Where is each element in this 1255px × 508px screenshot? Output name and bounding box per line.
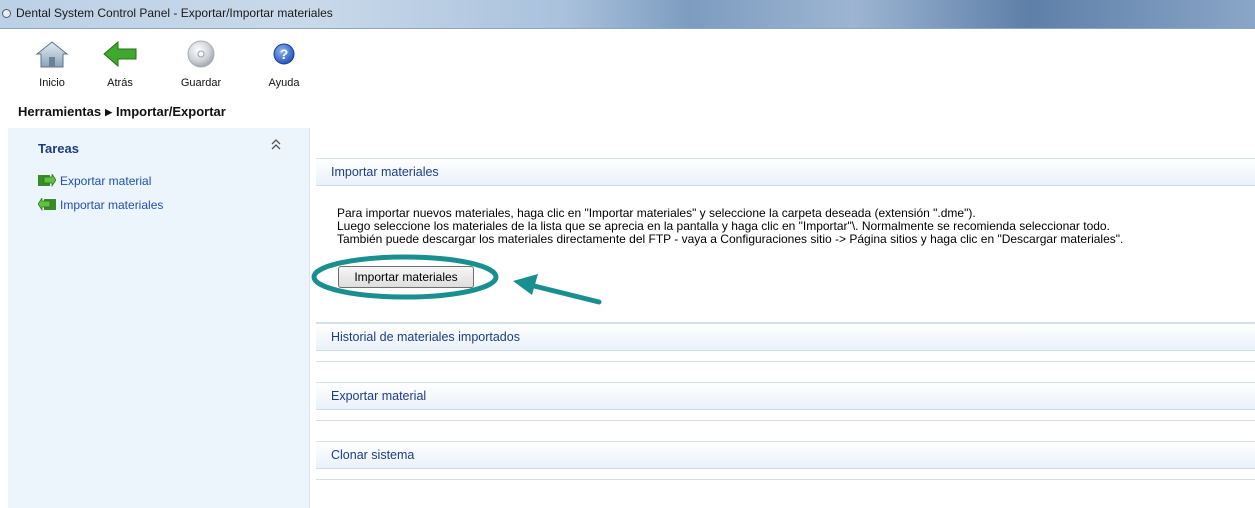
section-header-clone[interactable]: Clonar sistema [316,441,1255,469]
breadcrumb-separator-icon: ▶ [105,107,113,117]
tasks-title: Tareas [38,141,79,156]
sidebar-item-export-label: Exportar material [60,174,152,188]
home-label: Inicio [39,77,65,89]
section-body-export [316,409,1255,421]
sidebar-item-import-label: Importar materiales [60,198,164,212]
section-header-history[interactable]: Historial de materiales importados [316,323,1255,351]
svg-text:?: ? [280,46,289,62]
section-title-export: Exportar material [331,389,427,403]
sidebar-item-import[interactable]: Importar materiales [37,197,164,214]
section-header-export[interactable]: Exportar material [316,382,1255,410]
breadcrumb-current: Importar/Exportar [116,104,226,119]
section-title-import: Importar materiales [331,165,439,179]
breadcrumb: Herramientas ▶ Importar/Exportar [18,104,226,119]
help-icon: ? [273,43,295,65]
sidebar-item-export[interactable]: Exportar material [38,173,152,190]
home-icon [35,41,69,68]
section-body-clone [316,468,1255,480]
help-label: Ayuda [268,77,300,89]
import-icon [37,197,56,212]
import-description: Para importar nuevos materiales, haga cl… [337,207,1247,246]
back-button[interactable]: Atrás [94,35,146,95]
collapse-chevron-icon[interactable] [270,138,282,152]
disc-icon [187,40,215,68]
save-label: Guardar [180,77,222,89]
section-title-clone: Clonar sistema [331,448,415,462]
window-title-bar: Dental System Control Panel - Exportar/I… [0,0,1255,29]
export-icon [38,173,57,188]
back-arrow-icon [103,40,137,68]
home-button[interactable]: Inicio [26,35,78,95]
section-body-history [316,350,1255,362]
import-materials-button[interactable]: Importar materiales [338,266,474,288]
section-title-history: Historial de materiales importados [331,330,520,344]
save-button[interactable]: Guardar [175,35,227,95]
tasks-panel: Tareas Exportar material Importar materi… [8,128,310,508]
app-icon [2,9,11,18]
breadcrumb-parent[interactable]: Herramientas [18,104,101,119]
back-label: Atrás [107,77,133,89]
help-button[interactable]: ? Ayuda [258,35,310,95]
section-header-import[interactable]: Importar materiales [316,158,1255,186]
import-description-line-3: También puede descargar los materiales d… [337,232,1124,246]
window-title: Dental System Control Panel - Exportar/I… [16,6,333,20]
toolbar: Inicio Atrás Guardar ? Ayuda [0,29,1255,97]
